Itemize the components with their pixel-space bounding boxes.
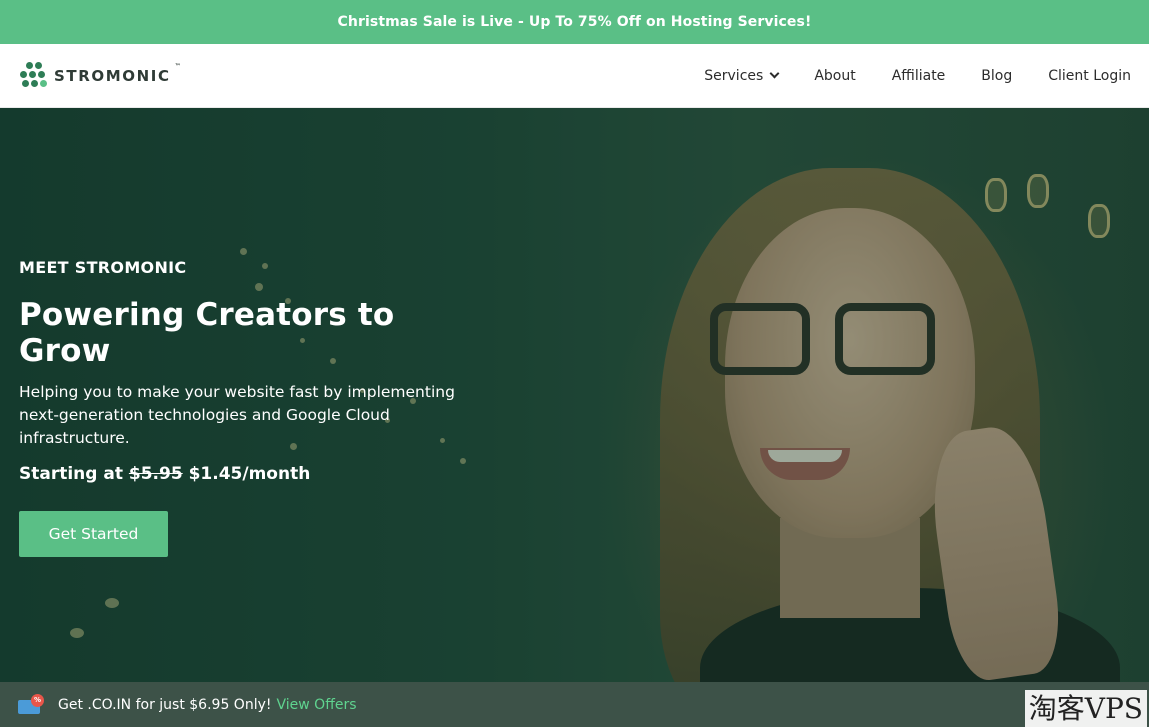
offer-text: Get .CO.IN for just $6.95 Only! View Offe… (58, 697, 357, 713)
nav-item-client-login[interactable]: Client Login (1048, 68, 1131, 84)
nav-about-label: About (814, 67, 856, 84)
nav-item-blog[interactable]: Blog (981, 68, 1012, 84)
nav-item-affiliate[interactable]: Affiliate (892, 68, 946, 84)
nav-item-services[interactable]: Services (704, 67, 780, 84)
announcement-bar: Christmas Sale is Live - Up To 75% Off o… (0, 0, 1149, 44)
view-offers-link[interactable]: View Offers (277, 697, 357, 713)
nav-client-login-label: Client Login (1048, 67, 1131, 84)
price-prefix: Starting at (19, 464, 123, 484)
hero-content: MEET STROMONIC Powering Creators to Grow… (19, 258, 489, 557)
site-header: STROMONIC ™ Services About Affiliate Blo… (0, 44, 1149, 108)
hero-price: Starting at $5.95 $1.45/month (19, 464, 489, 484)
brand-logo[interactable]: STROMONIC ™ (20, 61, 181, 90)
offer-bar: % Get .CO.IN for just $6.95 Only! View Of… (0, 682, 1149, 727)
dots-grid-icon (20, 61, 48, 90)
domain-tag-icon: % (18, 693, 45, 716)
brand-name-text: STROMONIC (54, 66, 171, 85)
old-price: $5.95 (128, 464, 183, 484)
nav-blog-label: Blog (981, 67, 1013, 84)
chevron-down-icon (769, 68, 780, 79)
nav-affiliate-label: Affiliate (891, 67, 946, 84)
new-price: $1.45/month (188, 464, 311, 484)
announcement-text: Christmas Sale is Live - Up To 75% Off o… (337, 14, 812, 30)
trademark-mark: ™ (174, 62, 181, 70)
nav-services-label: Services (704, 67, 764, 84)
watermark: 淘客VPS (1024, 690, 1147, 727)
hero-kicker: MEET STROMONIC (19, 258, 187, 277)
hero-subtext: Helping you to make your website fast by… (19, 383, 455, 447)
brand-name: STROMONIC ™ (54, 63, 181, 85)
hero-section: MEET STROMONIC Powering Creators to Grow… (0, 108, 1149, 682)
nav-item-about[interactable]: About (814, 68, 855, 84)
offer-badge: % (31, 693, 44, 707)
offer-text-label: Get .CO.IN for just $6.95 Only! (58, 696, 272, 713)
hero-headline: Powering Creators to Grow (19, 297, 395, 369)
main-nav: Services About Affiliate Blog Client Log… (704, 68, 1131, 84)
get-started-button[interactable]: Get Started (19, 511, 168, 557)
